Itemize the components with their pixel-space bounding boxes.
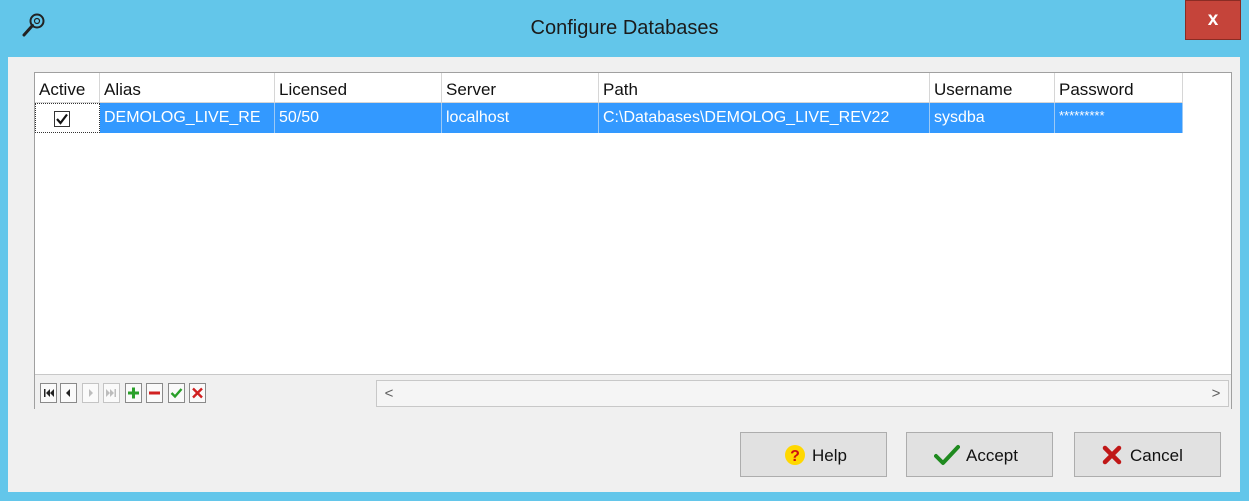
first-record-button[interactable] [40,383,57,403]
configure-databases-window: Configure Databases x Active Alias Licen… [0,0,1249,501]
column-header-active[interactable]: Active [35,73,100,103]
help-icon: ? [785,445,805,465]
last-record-icon [106,389,116,397]
column-header-server[interactable]: Server [442,73,599,103]
scroll-right-arrow[interactable]: > [1204,381,1228,406]
column-header-path[interactable]: Path [599,73,930,103]
server-cell[interactable]: localhost [442,103,599,133]
prior-record-button[interactable] [60,383,77,403]
cancel-x-icon [1102,445,1122,465]
horizontal-scrollbar[interactable]: < > [376,380,1229,407]
column-header-password[interactable]: Password [1055,73,1183,103]
insert-record-button[interactable] [125,383,142,403]
delete-record-button[interactable] [146,383,163,403]
next-record-button[interactable] [82,383,99,403]
dialog-body: Active Alias Licensed Server Path Userna… [8,57,1240,492]
active-checkbox[interactable] [54,111,70,127]
licensed-value: 50/50 [279,109,320,126]
scroll-left-arrow[interactable]: < [377,381,401,406]
cancel-label: Cancel [1130,446,1183,465]
cancel-edit-button[interactable] [189,383,206,403]
accept-label: Accept [966,446,1018,465]
table-row[interactable]: DEMOLOG_LIVE_RE 50/50 ··· localhost C:\D… [35,103,1183,133]
last-record-button[interactable] [103,383,120,403]
accept-check-icon [934,445,960,465]
close-button[interactable]: x [1185,0,1241,40]
alias-cell[interactable]: DEMOLOG_LIVE_RE [100,103,275,133]
active-cell[interactable] [35,103,100,133]
first-record-icon [44,389,54,397]
help-label: Help [812,446,847,465]
window-title: Configure Databases [530,17,719,39]
column-header-username[interactable]: Username [930,73,1055,103]
cross-icon [192,387,203,399]
column-header-licensed[interactable]: Licensed [275,73,442,103]
databases-grid[interactable]: Active Alias Licensed Server Path Userna… [34,72,1232,409]
path-cell[interactable]: C:\Databases\DEMOLOG_LIVE_REV22 [599,103,930,133]
prior-record-icon [66,389,70,397]
next-record-icon [89,389,93,397]
grid-header: Active Alias Licensed Server Path Userna… [35,73,1183,103]
checkmark-icon [56,113,68,125]
accept-button[interactable]: Accept [906,432,1053,477]
minus-icon [149,391,160,395]
title-bar[interactable]: Configure Databases x [0,0,1249,56]
plus-icon [128,387,139,399]
check-icon [170,388,183,399]
grid-navigator: < > [35,374,1231,409]
column-header-alias[interactable]: Alias [100,73,275,103]
help-button[interactable]: ? Help [740,432,887,477]
post-edit-button[interactable] [168,383,185,403]
password-cell[interactable]: ********* [1055,103,1183,133]
cancel-button[interactable]: Cancel [1074,432,1221,477]
svg-text:?: ? [790,448,800,465]
username-cell[interactable]: sysdba [930,103,1055,133]
licensed-cell[interactable]: 50/50 ··· [275,103,442,133]
